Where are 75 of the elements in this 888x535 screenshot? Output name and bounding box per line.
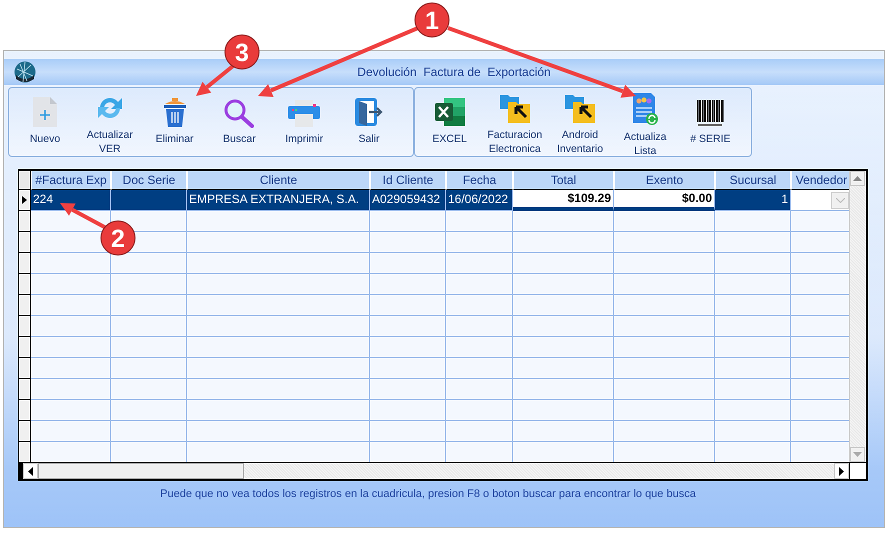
- toolbar-button[interactable]: Imprimir: [272, 88, 336, 156]
- toolbar-button[interactable]: Buscar: [207, 88, 272, 156]
- empty-cell: [446, 400, 513, 421]
- row-header[interactable]: [19, 316, 31, 337]
- row-header[interactable]: [19, 190, 31, 211]
- row-header[interactable]: [19, 295, 31, 316]
- table-cell: A029059432: [370, 190, 446, 211]
- toolbar-button[interactable]: Salir: [336, 88, 401, 156]
- empty-cell: [446, 358, 513, 379]
- toolbar-button[interactable]: EXCEL: [419, 88, 480, 156]
- folder-arrow-icon: [564, 92, 596, 124]
- globe-icon: [14, 61, 36, 83]
- status-message: Puede que no vea todos los registros en la cuadricula, presion F8 o boton buscar para encontrar lo que busca: [159, 488, 697, 500]
- toolbar-button[interactable]: Android Inventario: [549, 88, 611, 156]
- column-header[interactable]: Exento: [614, 171, 715, 190]
- callout-badge: 3: [224, 34, 260, 70]
- column-header[interactable]: Cliente: [187, 171, 370, 190]
- folder-arrow-icon: [498, 92, 531, 124]
- contact-list-icon: [631, 92, 660, 126]
- trash-icon: [162, 98, 188, 128]
- toolbar-button[interactable]: Nuevo: [13, 88, 77, 156]
- row-header[interactable]: [19, 442, 31, 462]
- empty-cell: [446, 379, 513, 400]
- row-header[interactable]: [19, 274, 31, 295]
- window-title: Devolución Factura de Exportación: [356, 65, 552, 79]
- scroll-right-icon: [839, 466, 844, 476]
- column-header[interactable]: Id Cliente: [370, 171, 446, 190]
- dropdown-field[interactable]: [791, 190, 850, 211]
- toolbar-button[interactable]: Eliminar: [142, 88, 207, 156]
- empty-cell: [446, 232, 513, 253]
- printer-icon: [287, 100, 322, 128]
- scroll-down-icon: [853, 452, 862, 457]
- column-header[interactable]: Sucursal: [715, 171, 791, 190]
- row-header[interactable]: [19, 253, 31, 274]
- table-cell: $109.29: [513, 190, 614, 211]
- table-cell: $0.00: [614, 190, 715, 211]
- scroll-left-icon: [28, 466, 33, 476]
- column-header[interactable]: Fecha: [446, 171, 513, 190]
- empty-cell: [446, 253, 513, 274]
- row-header[interactable]: [19, 232, 31, 253]
- barcode-icon: [696, 100, 724, 128]
- column-header[interactable]: Total: [513, 171, 614, 190]
- horizontal-scrollbar[interactable]: [19, 462, 866, 479]
- toolbar-button[interactable]: # SERIE: [680, 88, 742, 156]
- table-cell: 224: [31, 190, 111, 211]
- row-header[interactable]: [19, 211, 31, 232]
- column-header[interactable]: #Factura Exp: [31, 171, 111, 190]
- row-header[interactable]: [19, 337, 31, 358]
- callout-badge: 2: [100, 220, 136, 256]
- callout-arrow: [196, 64, 234, 96]
- column-header[interactable]: Doc Serie: [111, 171, 187, 190]
- toolbar-button[interactable]: Facturacion Electronica: [484, 88, 546, 156]
- empty-cell: [446, 274, 513, 295]
- column-header[interactable]: Vendedor: [791, 171, 850, 190]
- callout-badge: 1: [414, 2, 450, 38]
- empty-cell: [446, 421, 513, 442]
- table-cell: 1: [715, 190, 791, 211]
- empty-cell: [446, 337, 513, 358]
- spreadsheet-icon: [434, 96, 466, 128]
- empty-cell: [446, 316, 513, 337]
- row-header[interactable]: [19, 400, 31, 421]
- search-icon: [223, 98, 256, 128]
- empty-cell: [446, 211, 513, 232]
- scroll-up-icon: [853, 176, 862, 181]
- empty-cell: [446, 295, 513, 316]
- table-cell: 16/06/2022: [446, 190, 513, 211]
- vertical-scrollbar[interactable]: [849, 171, 866, 462]
- row-header[interactable]: [19, 379, 31, 400]
- table-cell: EMPRESA EXTRANJERA, S.A.: [187, 190, 370, 211]
- row-header[interactable]: [19, 421, 31, 442]
- exit-door-icon: [352, 96, 385, 128]
- row-header[interactable]: [19, 358, 31, 379]
- new-document-icon: [32, 96, 58, 128]
- caret-icon: [836, 198, 844, 203]
- toolbar-button[interactable]: Actualizar VER: [78, 88, 142, 156]
